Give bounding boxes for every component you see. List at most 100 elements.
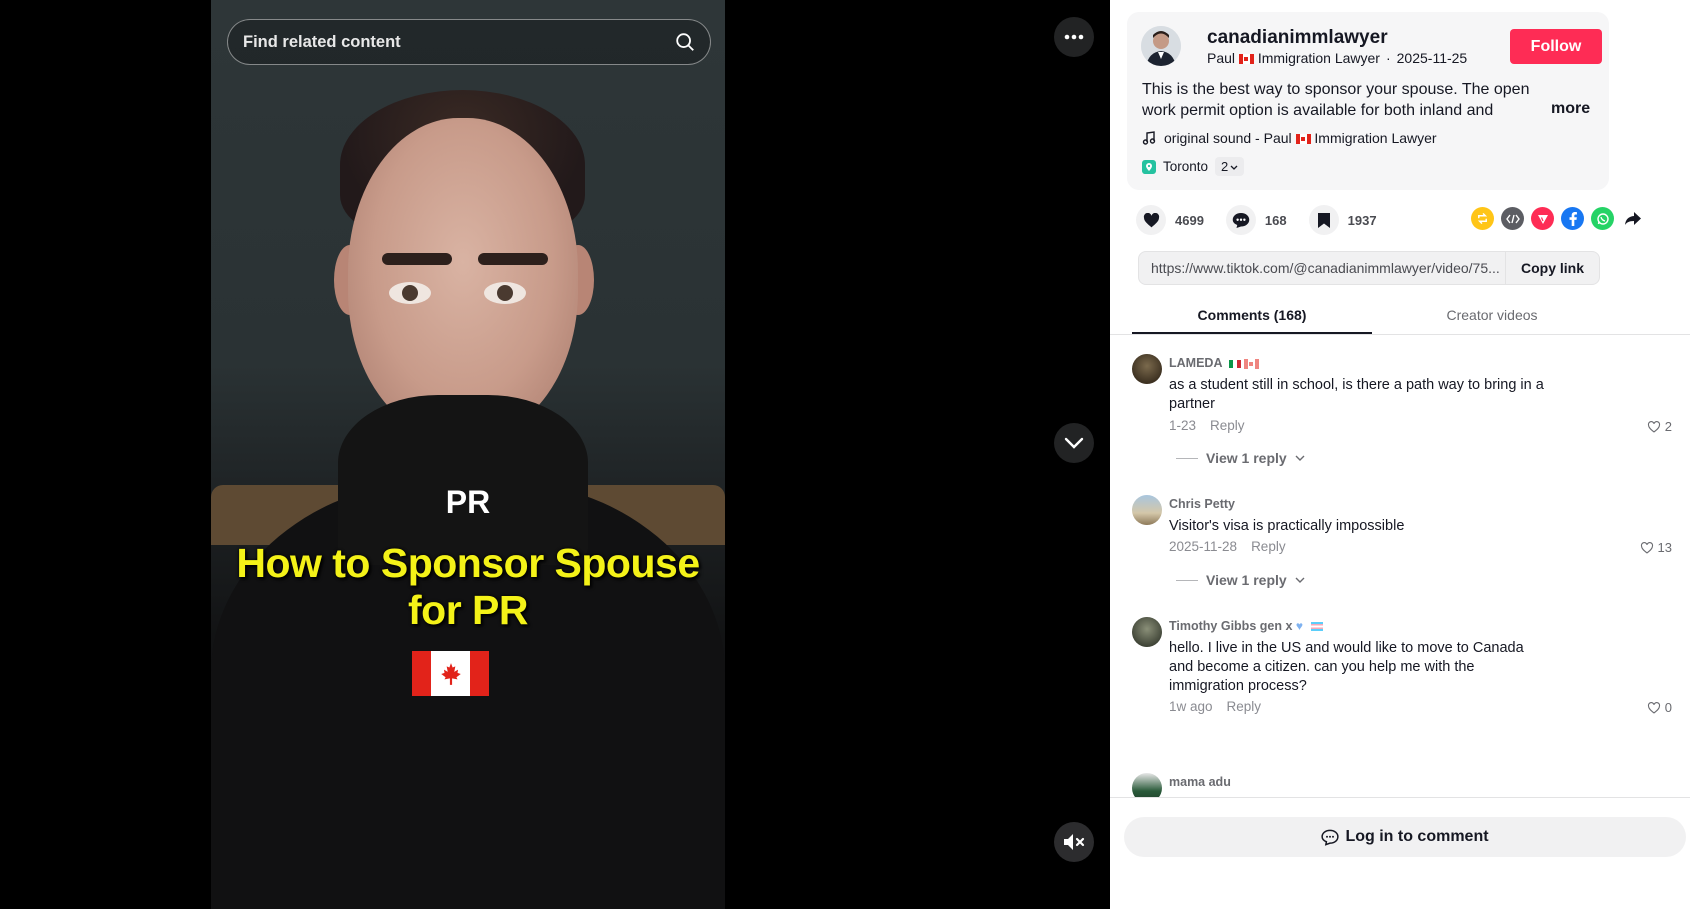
author-subline: Paul Immigration Lawyer · 2025-11-25 — [1207, 50, 1467, 66]
facebook-icon[interactable] — [1561, 207, 1584, 230]
reply-button[interactable]: Reply — [1210, 418, 1245, 433]
comment-like-count: 0 — [1664, 700, 1672, 715]
video-caption-tag: PR — [445, 484, 491, 520]
video-stage: PR How to Sponsor Spouse for PR — [0, 0, 1158, 909]
comment-list: LAMEDA as a student still in school, is … — [1110, 336, 1690, 798]
commenter-name: LAMEDA — [1169, 356, 1223, 370]
author-display-name: Paul Immigration Lawyer — [1207, 50, 1380, 66]
commenter-username[interactable]: LAMEDA — [1169, 356, 1259, 370]
commenter-username[interactable]: mama adu — [1169, 775, 1231, 789]
view-replies-label: View 1 reply — [1206, 450, 1287, 466]
more-options-button[interactable] — [1054, 17, 1094, 57]
commenter-avatar[interactable] — [1132, 495, 1162, 525]
action-bar: 4699 168 1937 — [1136, 202, 1656, 238]
commenter-username[interactable]: Timothy Gibbs gen x ♥ — [1169, 619, 1323, 633]
panel-tabs: Comments (168) Creator videos — [1110, 297, 1690, 335]
location-name: Toronto — [1163, 159, 1209, 174]
follow-button[interactable]: Follow — [1510, 29, 1602, 64]
copy-link-button[interactable]: Copy link — [1505, 252, 1599, 284]
heart-outline-icon — [1647, 420, 1660, 433]
bookmark-icon — [1317, 212, 1330, 228]
reply-divider-line — [1176, 457, 1198, 459]
tab-creator-videos[interactable]: Creator videos — [1372, 297, 1612, 334]
repost-icon[interactable] — [1471, 207, 1494, 230]
canada-flag-icon — [1295, 134, 1311, 145]
author-avatar[interactable] — [1141, 26, 1181, 66]
more-link[interactable]: more — [1551, 100, 1590, 118]
post-date: 2025-11-25 — [1396, 50, 1468, 66]
post-description: This is the best way to sponsor your spo… — [1142, 81, 1530, 119]
heart-outline-icon — [1647, 701, 1660, 714]
comment-like-count: 13 — [1657, 540, 1672, 555]
video-person-brow — [382, 253, 452, 265]
save-action[interactable]: 1937 — [1308, 205, 1377, 235]
comment-like-count: 2 — [1664, 419, 1672, 434]
comment-count: 168 — [1264, 212, 1287, 228]
find-related-search[interactable] — [227, 19, 711, 65]
reply-divider-line — [1176, 579, 1198, 581]
commenter-username[interactable]: Chris Petty — [1169, 497, 1235, 511]
location-extra-count: 2 — [1221, 159, 1229, 174]
music-note-icon — [1142, 131, 1156, 145]
commenter-name: Timothy Gibbs gen x — [1169, 619, 1293, 633]
search-icon[interactable] — [674, 31, 696, 53]
embed-code-icon[interactable] — [1501, 207, 1524, 230]
comment-like[interactable]: 13 — [1640, 540, 1672, 555]
next-video-button[interactable] — [1054, 423, 1094, 463]
more-dots-icon — [1064, 34, 1084, 40]
commenter-avatar[interactable] — [1132, 617, 1162, 647]
share-icons — [1471, 207, 1644, 230]
blue-heart-icon: ♥ — [1295, 619, 1304, 633]
share-link-row: https://www.tiktok.com/@canadianimmlawye… — [1138, 251, 1600, 285]
share-link-url[interactable]: https://www.tiktok.com/@canadianimmlawye… — [1139, 260, 1505, 276]
chevron-down-icon — [1064, 437, 1084, 449]
reply-button[interactable]: Reply — [1227, 699, 1262, 714]
commenter-avatar[interactable] — [1132, 354, 1162, 384]
sound-name: original sound - Paul Immigration Lawyer — [1164, 130, 1437, 146]
dot-separator: · — [1385, 50, 1391, 66]
trans-flag-icon — [1310, 622, 1323, 632]
whatsapp-icon[interactable] — [1591, 207, 1614, 230]
reply-button[interactable]: Reply — [1251, 539, 1286, 554]
video-caption-title: How to Sponsor Spouse for PR — [236, 540, 700, 633]
canada-flag-icon — [1243, 358, 1259, 369]
video-person-brow — [478, 253, 548, 265]
details-panel: canadianimmlawyer Paul Immigration Lawye… — [1110, 0, 1690, 909]
comment-like[interactable]: 2 — [1647, 419, 1672, 434]
mute-button[interactable] — [1054, 822, 1094, 862]
login-to-comment-label: Log in to comment — [1345, 828, 1489, 845]
view-replies-button[interactable]: View 1 reply — [1176, 572, 1305, 588]
comment-date: 1w ago — [1169, 699, 1213, 714]
tab-comments[interactable]: Comments (168) — [1132, 297, 1372, 334]
comment-text: Visitor's visa is practically impossible — [1169, 518, 1405, 534]
canada-flag-icon — [412, 651, 489, 696]
comment-meta: 1w ago Reply — [1169, 699, 1261, 714]
sound-row[interactable]: original sound - Paul Immigration Lawyer — [1142, 130, 1437, 146]
view-replies-button[interactable]: View 1 reply — [1176, 450, 1305, 466]
share-arrow-icon[interactable] — [1621, 207, 1644, 230]
author-username[interactable]: canadianimmlawyer — [1207, 27, 1388, 49]
login-to-comment-button[interactable]: Log in to comment — [1124, 817, 1686, 857]
search-input[interactable] — [243, 32, 674, 52]
chevron-down-icon — [1230, 165, 1238, 170]
save-count: 1937 — [1347, 212, 1377, 228]
comment-text: hello. I live in the US and would like t… — [1169, 640, 1524, 694]
volume-muted-icon — [1064, 834, 1085, 850]
comment-date: 2025-11-28 — [1169, 539, 1238, 554]
comment-action[interactable]: 168 — [1225, 205, 1287, 235]
comment-like[interactable]: 0 — [1647, 700, 1672, 715]
chevron-down-icon — [1295, 577, 1305, 583]
location-pin-icon — [1142, 159, 1156, 174]
video-person-eye — [484, 282, 526, 304]
video-person-face — [348, 118, 578, 438]
location-more-chip[interactable]: 2 — [1215, 157, 1245, 176]
canada-flag-icon — [1238, 54, 1254, 65]
comment-meta: 1-23 Reply — [1169, 418, 1245, 433]
send-to-friends-icon[interactable] — [1531, 207, 1554, 230]
heart-icon — [1143, 212, 1159, 227]
comment-text: as a student still in school, is there a… — [1169, 377, 1544, 412]
location-row[interactable]: Toronto 2 — [1142, 157, 1245, 176]
commenter-avatar[interactable] — [1132, 773, 1162, 797]
like-action[interactable]: 4699 — [1136, 205, 1204, 235]
sound-suffix: Immigration Lawyer — [1314, 130, 1437, 146]
